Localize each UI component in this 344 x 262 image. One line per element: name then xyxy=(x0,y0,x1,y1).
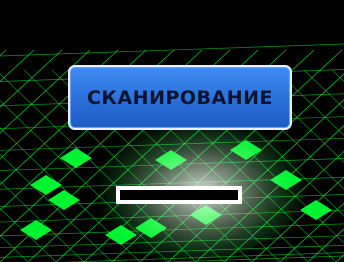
scanning-screen: СКАНИРОВАНИЕ xyxy=(0,0,344,262)
grid-line xyxy=(0,234,29,262)
scanning-grid xyxy=(0,43,344,262)
grid-line xyxy=(0,43,344,57)
scan-progress-bar xyxy=(116,186,242,204)
grid-tile xyxy=(20,220,52,240)
grid-tile xyxy=(300,200,332,220)
grid-line xyxy=(303,69,344,109)
scanning-banner: СКАНИРОВАНИЕ xyxy=(68,65,292,130)
scan-progress-track xyxy=(120,190,238,200)
scanning-title: СКАНИРОВАНИЕ xyxy=(86,86,274,109)
